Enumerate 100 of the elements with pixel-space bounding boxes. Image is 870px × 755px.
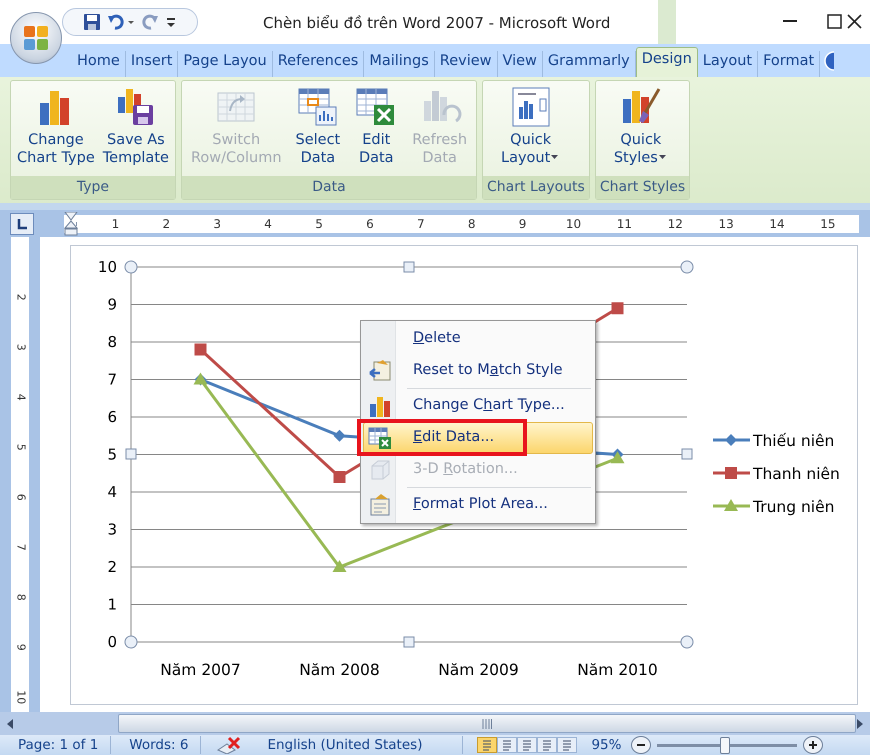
save-icon[interactable] (83, 13, 101, 31)
axis-tick-label: 9 (107, 296, 117, 314)
undo-icon[interactable] (107, 13, 135, 31)
plus-icon (808, 740, 818, 750)
axis-tick-label: 6 (107, 408, 117, 426)
legend-label: Thiếu niên (753, 432, 834, 450)
zoom-slider-thumb[interactable] (720, 736, 730, 754)
bar-chart-icon (368, 394, 392, 418)
view-button[interactable] (497, 737, 518, 753)
selection-handle (124, 636, 138, 648)
word-count[interactable]: Words: 6 (111, 736, 202, 754)
data-marker (612, 302, 624, 314)
draft-icon (561, 739, 574, 751)
menu-item[interactable]: Reset to Match Style (363, 355, 593, 387)
scroll-thumb[interactable] (118, 714, 856, 733)
redo-icon[interactable] (141, 13, 159, 31)
axis-category-label: Năm 2010 (577, 661, 658, 679)
ruler-number: 7 (416, 216, 426, 230)
web-layout-icon (521, 739, 534, 751)
ruler-number: 10 (564, 216, 582, 230)
menu-item[interactable]: Format Plot Area... (363, 489, 593, 521)
axis-category-label: Năm 2008 (299, 661, 380, 679)
minimize-icon (783, 20, 797, 22)
outline-icon (541, 739, 554, 751)
data-marker (724, 499, 738, 511)
ruler-number: 7 (13, 542, 28, 553)
indent-marker-icon[interactable] (64, 212, 78, 236)
window-title: Chèn biểu đồ trên Word 2007 - Microsoft Word (263, 13, 610, 34)
axis-tick-label: 0 (107, 633, 117, 651)
print-layout-icon (481, 739, 494, 751)
selection-handle (680, 260, 694, 274)
language-indicator[interactable]: English (United States) (257, 736, 464, 754)
data-marker (334, 430, 346, 442)
selection-handle (124, 260, 138, 274)
help-icon[interactable] (822, 51, 834, 71)
ribbon-button[interactable]: Select Data (288, 83, 348, 176)
office-logo-icon (22, 24, 50, 52)
menu-item[interactable]: Delete (363, 323, 593, 355)
view-button[interactable] (537, 737, 558, 753)
ruler-number: 15 (819, 216, 837, 230)
ruler-number: 13 (717, 216, 735, 230)
selection-handle (404, 262, 414, 272)
ruler-number: 1 (110, 216, 120, 230)
office-button[interactable] (10, 12, 62, 64)
data-marker (334, 471, 346, 483)
legend-line (713, 472, 750, 474)
axis-tick-label: 7 (107, 370, 117, 388)
spreadsheet-icon (368, 426, 392, 450)
ruler-number: 2 (13, 292, 28, 303)
axis-tick-label: 3 (107, 520, 117, 538)
menu-item[interactable]: Change Chart Type... (363, 390, 593, 422)
zoom-out-button[interactable] (631, 736, 652, 754)
tab-stop-icon (16, 218, 28, 230)
ruler-number: 14 (768, 216, 786, 230)
view-button[interactable] (477, 737, 498, 753)
legend-label: Trung niên (753, 498, 834, 516)
ruler-number: 4 (13, 392, 28, 403)
group-label: Type (11, 176, 175, 199)
format-icon (368, 493, 392, 517)
ruler-number: 8 (13, 592, 28, 603)
selection-handle (682, 448, 692, 460)
axis-tick-label: 8 (107, 333, 117, 351)
tab-selector[interactable] (10, 212, 34, 234)
close-icon (846, 14, 862, 28)
ruler-number: 8 (466, 216, 476, 230)
axis-tick-label: 4 (107, 483, 117, 501)
ruler-number: 3 (212, 216, 222, 230)
ruler-number: 9 (13, 642, 28, 653)
zoom-level[interactable]: 95% (591, 734, 622, 755)
ribbon-button[interactable]: Change Chart Type (13, 83, 99, 176)
ribbon-button[interactable]: Quick Styles (598, 83, 684, 176)
page-count[interactable]: Page: 1 of 1 (0, 736, 112, 754)
ruler-number: 4 (263, 216, 273, 230)
horizontal-scrollbar[interactable] (0, 712, 870, 735)
axis-tick-label: 1 (107, 596, 117, 614)
axis-tick-label: 5 (107, 446, 117, 464)
axis-tick-label: 2 (107, 558, 117, 576)
ruler-number: 5 (314, 216, 324, 230)
view-button[interactable] (557, 737, 578, 753)
reset-style-icon (368, 359, 392, 383)
ruler-number: 10 (13, 690, 28, 704)
group-label: Chart Styles (596, 176, 690, 199)
ruler-number: 6 (13, 492, 28, 503)
ribbon-button[interactable]: Quick Layout (485, 83, 576, 176)
ruler-number: 3 (13, 342, 28, 353)
ruler-number: 12 (666, 216, 684, 230)
ruler-number: 9 (518, 216, 528, 230)
selection-handle (126, 448, 136, 460)
data-marker (725, 434, 737, 446)
ribbon-tab[interactable]: Design (636, 47, 698, 77)
zoom-in-button[interactable] (803, 736, 824, 754)
view-button[interactable] (517, 737, 538, 753)
maximize-icon (826, 14, 842, 28)
legend-label: Thanh niên (753, 465, 840, 483)
scroll-left-icon[interactable] (6, 718, 14, 730)
ribbon-button[interactable]: Edit Data (347, 83, 406, 176)
group-label: Chart Layouts (483, 176, 589, 199)
group-label: Data (182, 176, 476, 199)
data-marker (332, 560, 346, 572)
ribbon-button[interactable]: Save As Template (98, 83, 173, 176)
